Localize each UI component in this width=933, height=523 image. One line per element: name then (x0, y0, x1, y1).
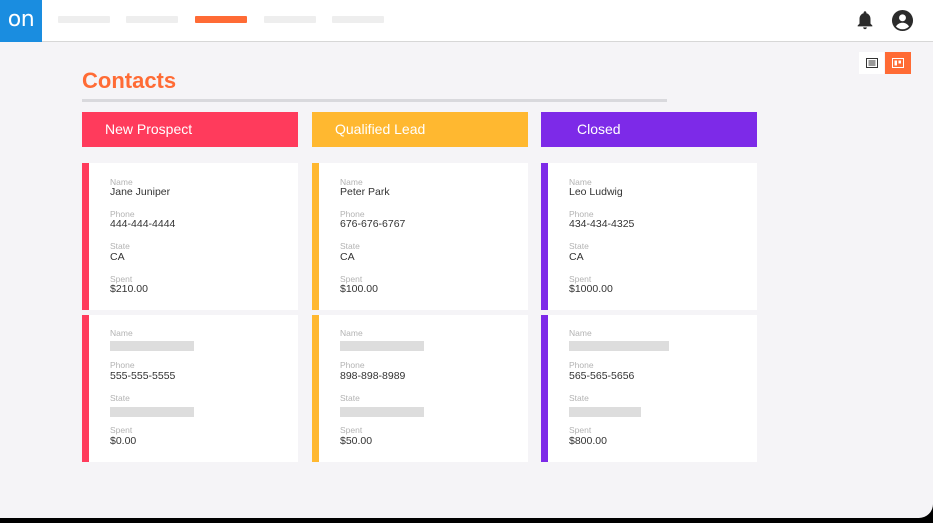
top-navigation-bar: on (0, 0, 933, 42)
contact-phone: 434-434-4325 (569, 218, 635, 230)
name-placeholder (340, 341, 424, 351)
nav-tab-4[interactable] (264, 16, 316, 23)
state-placeholder (110, 407, 194, 417)
contact-card[interactable]: Name Leo Ludwig Phone 434-434-4325 State… (541, 163, 757, 310)
contact-phone: 555-555-5555 (110, 370, 176, 382)
contact-state: CA (340, 251, 355, 263)
state-placeholder (569, 407, 641, 417)
spent-label: Spent (569, 425, 592, 435)
nav-tab-contacts-active[interactable] (195, 16, 247, 23)
contact-spent: $210.00 (110, 283, 148, 295)
list-view-button[interactable] (859, 52, 884, 74)
nav-tab-1[interactable] (58, 16, 110, 23)
account-circle-icon[interactable] (891, 9, 914, 32)
phone-label: Phone (110, 360, 135, 370)
name-label: Name (110, 328, 133, 338)
contact-name: Jane Juniper (110, 186, 171, 198)
board-view-button[interactable] (885, 52, 911, 74)
state-label: State (110, 393, 130, 403)
column-header-qualified-lead[interactable]: Qualified Lead (312, 112, 528, 147)
contact-phone: 898-898-8989 (340, 370, 406, 382)
contact-phone: 444-444-4444 (110, 218, 176, 230)
nav-tab-2[interactable] (126, 16, 178, 23)
contact-state: CA (569, 251, 584, 263)
title-divider (82, 99, 667, 102)
app-logo[interactable]: on (0, 0, 42, 42)
contact-spent: $100.00 (340, 283, 378, 295)
contact-spent: $1000.00 (569, 283, 613, 295)
name-label: Name (569, 328, 592, 338)
state-label: State (110, 241, 130, 251)
contact-spent: $50.00 (340, 435, 373, 447)
contact-card[interactable]: Name Jane Juniper Phone 444-444-4444 Sta… (82, 163, 298, 310)
phone-label: Phone (340, 360, 365, 370)
state-placeholder (340, 407, 424, 417)
contact-phone: 565-565-5656 (569, 370, 635, 382)
contact-card[interactable]: Name Phone 565-565-5656 State Spent $800… (541, 315, 757, 462)
contact-card[interactable]: Name Peter Park Phone 676-676-6767 State… (312, 163, 528, 310)
nav-tab-5[interactable] (332, 16, 384, 23)
contact-phone: 676-676-6767 (340, 218, 406, 230)
contact-spent: $800.00 (569, 435, 607, 447)
column-header-new-prospect[interactable]: New Prospect (82, 112, 298, 147)
contact-state: CA (110, 251, 125, 263)
phone-label: Phone (569, 360, 594, 370)
name-placeholder (110, 341, 194, 351)
name-placeholder (569, 341, 669, 351)
column-header-closed[interactable]: Closed (541, 112, 757, 147)
bell-icon[interactable] (854, 9, 876, 31)
spent-label: Spent (110, 425, 133, 435)
contact-spent: $0.00 (110, 435, 137, 447)
name-label: Name (340, 328, 363, 338)
contact-card[interactable]: Name Phone 555-555-5555 State Spent $0.0… (82, 315, 298, 462)
state-label: State (569, 393, 589, 403)
list-view-icon (865, 58, 878, 68)
state-label: State (340, 241, 360, 251)
state-label: State (569, 241, 589, 251)
contact-name: Peter Park (340, 186, 390, 198)
board-view-icon (892, 58, 904, 68)
contact-name: Leo Ludwig (569, 186, 623, 198)
state-label: State (340, 393, 360, 403)
spent-label: Spent (340, 425, 363, 435)
contact-card[interactable]: Name Phone 898-898-8989 State Spent $50.… (312, 315, 528, 462)
page-title: Contacts (82, 68, 177, 93)
app-window: on Contacts New Prospect Name Jane Junip… (0, 0, 933, 518)
